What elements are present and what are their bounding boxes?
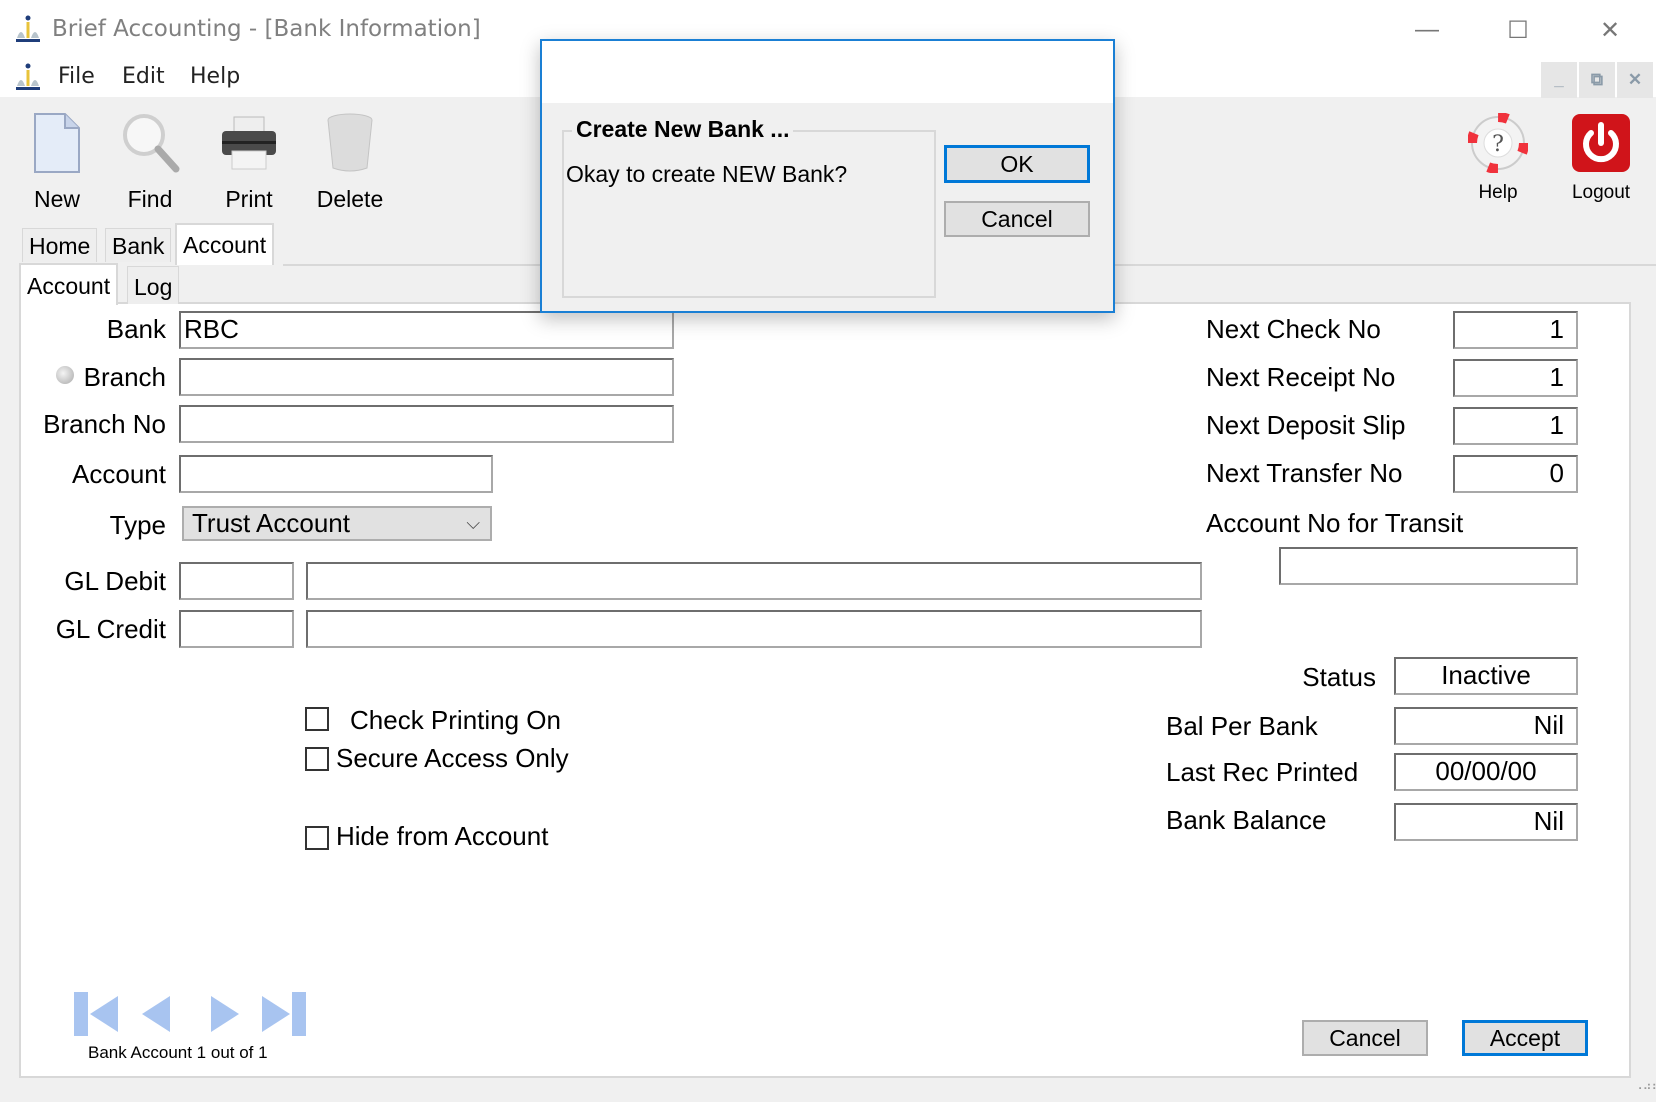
next-receipt-no-input[interactable]: 1 (1453, 359, 1578, 397)
window-maximize-button[interactable]: ☐ (1488, 10, 1548, 50)
gl-debit-code-input[interactable] (179, 562, 294, 600)
gl-credit-description-input[interactable] (306, 610, 1202, 648)
branch-input[interactable] (179, 358, 674, 396)
hide-from-account-checkbox[interactable] (305, 826, 329, 850)
help-button[interactable]: ? Help (1462, 110, 1534, 204)
help-label: Help (1478, 182, 1518, 203)
type-select-value: Trust Account (192, 508, 350, 538)
svg-text:?: ? (1492, 132, 1504, 157)
power-logout-icon (1569, 110, 1633, 176)
tab-account[interactable]: Account (175, 223, 275, 265)
menu-file[interactable]: File (58, 64, 95, 89)
bank-balance-field: Nil (1394, 803, 1578, 841)
gl-credit-code-input[interactable] (179, 610, 294, 648)
bank-balance-label: Bank Balance (1166, 805, 1327, 835)
print-button[interactable]: Print (214, 108, 284, 213)
next-check-no-input[interactable]: 1 (1453, 311, 1578, 349)
status-field: Inactive (1394, 657, 1578, 695)
magnifier-icon (118, 108, 182, 178)
account-label: Account (72, 459, 166, 489)
dialog-message-group (562, 130, 936, 298)
mdi-restore-button[interactable]: ⧉ (1579, 62, 1615, 98)
dialog-message: Okay to create NEW Bank? (566, 161, 848, 187)
trash-icon (318, 108, 382, 178)
find-button[interactable]: Find (114, 108, 186, 213)
account-no-transit-label: Account No for Transit (1206, 508, 1464, 538)
secure-access-only-checkbox[interactable] (305, 747, 329, 771)
new-button[interactable]: New (24, 108, 90, 213)
find-label: Find (127, 186, 173, 212)
last-rec-printed-label: Last Rec Printed (1166, 757, 1359, 787)
new-label: New (33, 186, 80, 212)
next-record-icon[interactable] (207, 992, 241, 1038)
window-title: Brief Accounting - [Bank Information] (52, 16, 481, 42)
last-record-icon[interactable] (260, 992, 308, 1038)
next-check-no-label: Next Check No (1206, 314, 1381, 344)
delete-button[interactable]: Delete (310, 108, 390, 213)
resize-grip-icon[interactable]: ⠠⠴⠾ (1634, 1080, 1656, 1100)
status-label: Status (1302, 662, 1376, 692)
secure-access-only-label: Secure Access Only (336, 743, 569, 773)
cancel-button[interactable]: Cancel (1302, 1020, 1428, 1056)
account-no-transit-input[interactable] (1279, 547, 1578, 585)
type-select[interactable]: Trust Account ⌵ (182, 506, 492, 541)
app-menu-icon[interactable] (14, 62, 42, 92)
chevron-down-icon: ⌵ (466, 513, 480, 533)
previous-record-icon[interactable] (140, 992, 174, 1038)
printer-icon (217, 108, 281, 178)
window-close-button[interactable]: ✕ (1580, 10, 1640, 50)
dialog-cancel-button[interactable]: Cancel (944, 201, 1090, 237)
next-deposit-slip-input[interactable]: 1 (1453, 407, 1578, 445)
logout-button[interactable]: Logout (1562, 110, 1640, 204)
menu-edit[interactable]: Edit (122, 64, 165, 89)
subtab-account[interactable]: Account (19, 263, 119, 305)
create-bank-dialog: Create New Bank ... Okay to create NEW B… (540, 39, 1115, 313)
next-transfer-no-label: Next Transfer No (1206, 458, 1403, 488)
gl-debit-description-input[interactable] (306, 562, 1202, 600)
mdi-minimize-button[interactable]: _ (1541, 62, 1577, 98)
print-label: Print (225, 186, 273, 212)
tab-bank[interactable]: Bank (105, 228, 172, 262)
logout-label: Logout (1571, 182, 1631, 203)
next-deposit-slip-label: Next Deposit Slip (1206, 410, 1406, 440)
record-position-text: Bank Account 1 out of 1 (88, 1043, 268, 1062)
gl-credit-label: GL Credit (55, 614, 166, 644)
gl-debit-label: GL Debit (64, 566, 166, 596)
first-record-icon[interactable] (72, 992, 120, 1038)
check-printing-on-label: Check Printing On (350, 705, 561, 735)
next-receipt-no-label: Next Receipt No (1206, 362, 1396, 392)
bank-label: Bank (106, 314, 166, 344)
dialog-ok-button[interactable]: OK (944, 145, 1090, 183)
last-rec-printed-field: 00/00/00 (1394, 753, 1578, 791)
account-input[interactable] (179, 455, 493, 493)
branch-no-label: Branch No (43, 409, 166, 439)
dialog-title-bar (542, 41, 1113, 103)
bank-input[interactable]: RBC (179, 311, 674, 349)
subtab-log[interactable]: Log (127, 266, 180, 304)
tab-home[interactable]: Home (22, 228, 98, 262)
bal-per-bank-label: Bal Per Bank (1166, 711, 1318, 741)
menu-help[interactable]: Help (190, 64, 240, 89)
branch-label: Branch (83, 362, 166, 392)
lifebuoy-help-icon: ? (1466, 110, 1530, 176)
mdi-close-button[interactable]: ✕ (1617, 62, 1653, 98)
new-document-icon (25, 108, 89, 178)
check-printing-on-checkbox[interactable] (305, 707, 329, 731)
accept-button[interactable]: Accept (1462, 1020, 1588, 1056)
delete-label: Delete (316, 186, 384, 212)
window-minimize-button[interactable]: — (1397, 10, 1457, 50)
next-transfer-no-input[interactable]: 0 (1453, 455, 1578, 493)
hide-from-account-label: Hide from Account (336, 821, 549, 851)
bal-per-bank-field: Nil (1394, 707, 1578, 745)
branch-no-input[interactable] (179, 405, 674, 443)
dialog-group-title: Create New Bank ... (572, 116, 794, 143)
app-logo-icon (16, 15, 40, 42)
type-label: Type (109, 510, 166, 540)
